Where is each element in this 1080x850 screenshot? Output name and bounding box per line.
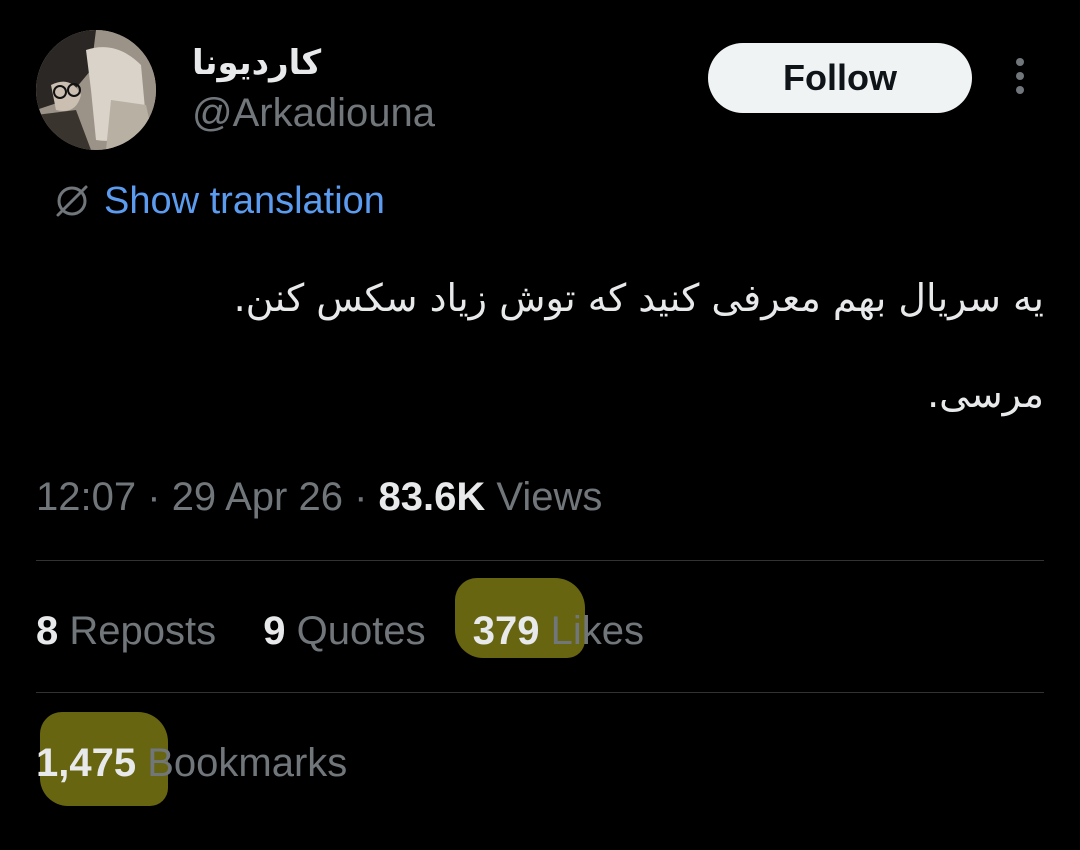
author-handle[interactable]: @Arkadiouna (192, 90, 435, 136)
views-count: 83.6K (378, 475, 486, 519)
divider (36, 560, 1044, 561)
author-display-name[interactable]: کاردیونا (192, 38, 321, 88)
likes-stat[interactable]: 379 Likes (454, 578, 644, 658)
avatar-image (36, 30, 156, 150)
quotes-stat[interactable]: 9 Quotes (263, 604, 425, 658)
likes-label: Likes (550, 609, 644, 653)
views-label: Views (496, 475, 603, 519)
engagement-stats: 8 Reposts 9 Quotes 379 Likes (36, 578, 680, 658)
tweet-line: مرسی. (927, 372, 1044, 416)
meta-separator: · (147, 475, 161, 519)
tweet-time[interactable]: 12:07 (36, 475, 136, 519)
show-translation-link[interactable]: Show translation (50, 178, 385, 224)
meta-separator: · (354, 475, 368, 519)
quotes-label: Quotes (296, 609, 426, 653)
bookmarks-label: Bookmarks (147, 741, 348, 785)
bookmarks-stat[interactable]: 1,475 Bookmarks (36, 712, 348, 806)
tweet-detail: کاردیونا @Arkadiouna Follow Show transla… (0, 0, 1080, 850)
reposts-count: 8 (36, 609, 59, 653)
tweet-text: یه سریال بهم معرفی کنید که توش زیاد سکس … (34, 270, 1044, 462)
follow-button[interactable]: Follow (708, 43, 972, 113)
divider (36, 692, 1044, 693)
show-translation-label: Show translation (104, 179, 385, 222)
tweet-meta: 12:07 · 29 Apr 26 · 83.6K Views (36, 472, 602, 522)
likes-count: 379 (472, 609, 540, 653)
avatar[interactable] (36, 30, 156, 150)
more-vertical-icon[interactable] (1008, 58, 1032, 100)
tweet-date[interactable]: 29 Apr 26 (172, 475, 343, 519)
tweet-line: یه سریال بهم معرفی کنید که توش زیاد سکس … (233, 276, 1044, 320)
bookmarks-count: 1,475 (36, 741, 137, 785)
translate-icon (50, 179, 94, 223)
quotes-count: 9 (263, 609, 286, 653)
reposts-stat[interactable]: 8 Reposts (36, 604, 216, 658)
reposts-label: Reposts (69, 609, 217, 653)
